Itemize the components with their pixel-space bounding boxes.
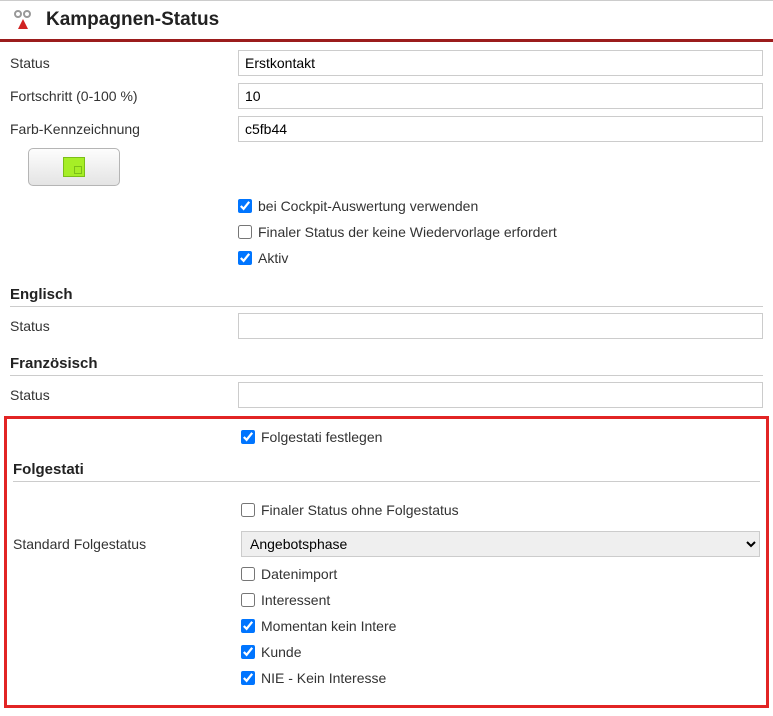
form-area: Status Fortschritt (0-100 %) Farb-Kennze… (0, 42, 773, 410)
active-checkbox-label: Aktiv (258, 250, 288, 266)
color-picker-button[interactable] (28, 148, 120, 186)
folgestati-highlight-box: Folgestati festlegen Folgestati Finaler … (4, 416, 769, 708)
final-no-resubmit-checkbox-label: Finaler Status der keine Wiedervorlage e… (258, 224, 557, 240)
status-input[interactable] (238, 50, 763, 76)
opt-kunde-label: Kunde (261, 644, 301, 660)
status-label: Status (10, 55, 238, 71)
define-folgestati-label: Folgestati festlegen (261, 429, 382, 445)
standard-folgestatus-select[interactable]: Angebotsphase (241, 531, 760, 557)
standard-folgestatus-label: Standard Folgestatus (13, 536, 241, 552)
english-heading: Englisch (10, 286, 763, 307)
french-heading: Französisch (10, 355, 763, 376)
page-title: Kampagnen-Status (46, 9, 219, 31)
row-final-no-follow: Finaler Status ohne Folgestatus (13, 496, 760, 526)
campaign-status-icon (12, 9, 34, 31)
progress-input[interactable] (238, 83, 763, 109)
progress-label: Fortschritt (0-100 %) (10, 88, 238, 104)
row-folgestati-options: Datenimport Interessent Momentan kein In… (13, 562, 760, 692)
row-define-folgestati: Folgestati festlegen (13, 423, 760, 453)
opt-interessent-checkbox[interactable] (241, 593, 255, 607)
active-checkbox[interactable] (238, 251, 252, 265)
opt-momentan-checkbox[interactable] (241, 619, 255, 633)
opt-datenimport-checkbox[interactable] (241, 567, 255, 581)
folgestati-heading: Folgestati (13, 461, 760, 482)
page-header: Kampagnen-Status (0, 0, 773, 42)
opt-interessent-label: Interessent (261, 592, 330, 608)
color-input[interactable] (238, 116, 763, 142)
french-status-label: Status (10, 387, 238, 403)
row-standard-folgestatus: Standard Folgestatus Angebotsphase (13, 529, 760, 559)
final-no-follow-label: Finaler Status ohne Folgestatus (261, 502, 459, 518)
cockpit-checkbox[interactable] (238, 199, 252, 213)
define-folgestati-checkbox[interactable] (241, 430, 255, 444)
final-no-follow-checkbox[interactable] (241, 503, 255, 517)
opt-nie-checkbox[interactable] (241, 671, 255, 685)
english-status-input[interactable] (238, 313, 763, 339)
final-no-resubmit-checkbox[interactable] (238, 225, 252, 239)
color-swatch-icon (63, 157, 85, 177)
english-status-label: Status (10, 318, 238, 334)
opt-nie-label: NIE - Kein Interesse (261, 670, 386, 686)
row-english-status: Status (10, 311, 763, 341)
row-french-status: Status (10, 380, 763, 410)
opt-kunde-checkbox[interactable] (241, 645, 255, 659)
row-status: Status (10, 48, 763, 78)
row-color: Farb-Kennzeichnung (10, 114, 763, 144)
opt-datenimport-label: Datenimport (261, 566, 337, 582)
cockpit-checkbox-label: bei Cockpit-Auswertung verwenden (258, 198, 478, 214)
opt-momentan-label: Momentan kein Intere (261, 618, 396, 634)
row-flags: bei Cockpit-Auswertung verwenden Finaler… (10, 194, 763, 272)
french-status-input[interactable] (238, 382, 763, 408)
row-progress: Fortschritt (0-100 %) (10, 81, 763, 111)
color-label: Farb-Kennzeichnung (10, 121, 238, 137)
